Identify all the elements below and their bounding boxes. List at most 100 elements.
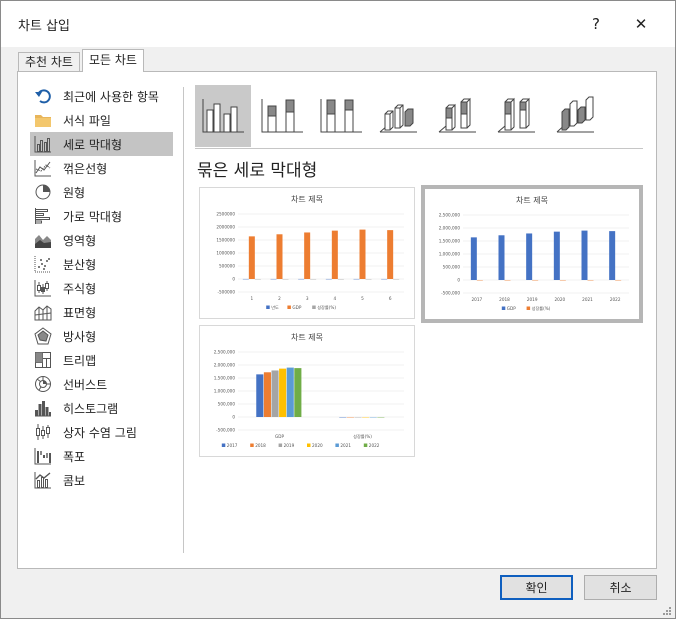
tab-label: 추천 차트 (25, 55, 73, 69)
preview-chart-svg: 차트 제목 2500000 2000000 1500000 1000000 500000 0… (216, 195, 404, 310)
sunburst-icon (35, 376, 51, 392)
sidebar-item-bar-chart[interactable]: 가로 막대형 (30, 204, 173, 228)
ok-button[interactable]: 확인 (500, 575, 573, 600)
treemap-icon (35, 352, 51, 368)
sidebar-item-folder[interactable]: 서식 파일 (30, 108, 173, 132)
sidebar-item-area-chart[interactable]: 영역형 (30, 228, 173, 252)
preview-chart-svg: 차트 제목 2,500,000 2,000,000 1,500,000 1,000,00… (439, 196, 629, 311)
waterfall-icon (34, 448, 51, 465)
close-button[interactable]: ✕ (626, 10, 656, 38)
legend-label: 2022 (369, 443, 380, 448)
y-tick-label: -500,000 (441, 291, 460, 296)
sidebar-item-recent[interactable]: 최근에 사용한 항목 (30, 84, 173, 108)
bar-chart-icon (35, 208, 50, 224)
chart-bar (470, 237, 477, 280)
subtype-100-stacked-column-button[interactable] (313, 85, 369, 147)
x-tick-label: 2020 (554, 297, 565, 302)
preview-title: 차트 제목 (516, 196, 548, 205)
dialog-footer: 확인 취소 (1, 569, 675, 619)
chart-bar (526, 233, 533, 280)
sidebar-item-surface-chart[interactable]: 표면형 (30, 300, 173, 324)
subtype-3d-100-stacked-column-button[interactable] (490, 85, 546, 147)
subtype-stacked-column-button[interactable] (254, 85, 310, 147)
chart-preview-3[interactable]: 차트 제목 2,500,000 2,000,000 1,500,000 1,000,00… (199, 325, 415, 457)
legend-label: 2019 (284, 443, 295, 448)
legend-swatch (501, 306, 506, 310)
legend-label: GDP (292, 305, 301, 310)
sidebar-item-line-chart[interactable]: 꺾은선형 (30, 156, 173, 180)
legend-label: 년도 (271, 304, 279, 310)
chart-bar (256, 374, 264, 417)
subtype-3d-stacked-column-button[interactable] (431, 85, 487, 147)
chart-preview-2[interactable]: 차트 제목 2,500,000 2,000,000 1,500,000 1,000,00… (421, 185, 643, 323)
chart-bar (271, 370, 279, 417)
line-chart-icon (34, 160, 51, 177)
chart-bar (294, 368, 302, 417)
tab-recommended-charts[interactable]: 추천 차트 (18, 52, 80, 72)
y-tick-label: 2,000,000 (214, 363, 236, 368)
y-tick-label: 2000000 (216, 225, 235, 230)
sidebar-item-label: 원형 (63, 185, 86, 200)
sidebar-item-label: 상자 수염 그림 (63, 425, 137, 440)
sidebar-item-radar-chart[interactable]: 방사형 (30, 324, 173, 348)
chart-bar (276, 234, 283, 279)
sidebar-item-label: 영역형 (63, 233, 97, 248)
sidebar-item-label: 서식 파일 (63, 113, 111, 128)
chart-bar (248, 236, 255, 279)
sidebar-item-histogram[interactable]: 히스토그램 (30, 396, 173, 420)
y-tick-label: -500000 (218, 290, 236, 295)
chart-subtype-title: 묶은 세로 막대형 (197, 161, 318, 181)
legend-label: GDP (507, 306, 516, 311)
help-button[interactable]: ? (581, 10, 611, 38)
scatter-chart-icon (34, 256, 51, 273)
100-stacked-column-icon (320, 99, 362, 133)
sidebar-item-waterfall[interactable]: 폭포 (30, 444, 173, 468)
box-whisker-icon (36, 424, 50, 440)
x-tick-label: 2022 (610, 297, 621, 302)
x-tick-label: 3 (306, 296, 309, 301)
legend-label: 2017 (227, 443, 238, 448)
legend-swatch (307, 443, 311, 447)
resize-grip-icon[interactable] (662, 606, 672, 616)
y-tick-label: 2,500,000 (439, 213, 461, 218)
chart-bar (553, 231, 560, 280)
y-tick-label: 1,500,000 (214, 376, 236, 381)
sidebar-item-scatter-chart[interactable]: 분산형 (30, 252, 173, 276)
subtype-3d-clustered-column-button[interactable] (372, 85, 428, 147)
chart-bar (359, 229, 366, 279)
vertical-divider (183, 87, 184, 553)
sidebar-item-label: 주식형 (63, 281, 97, 296)
stacked-column-icon (261, 99, 303, 133)
sidebar-item-box-whisker[interactable]: 상자 수염 그림 (30, 420, 173, 444)
sidebar-item-stock-chart[interactable]: 주식형 (30, 276, 173, 300)
x-tick-label: 2018 (499, 297, 510, 302)
sidebar-item-column-chart[interactable]: 세로 막대형 (30, 132, 173, 156)
tab-all-charts[interactable]: 모든 차트 (82, 49, 144, 72)
sidebar-item-label: 꺾은선형 (63, 161, 108, 176)
chart-bar (498, 235, 505, 280)
legend-label: 2020 (312, 443, 323, 448)
x-tick-label: 2021 (582, 297, 593, 302)
histogram-icon (35, 401, 51, 417)
subtype-3d-column-button[interactable] (549, 85, 605, 147)
sidebar-item-sunburst[interactable]: 선버스트 (30, 372, 173, 396)
tab-label: 모든 차트 (89, 53, 137, 67)
sidebar-item-combo-chart[interactable]: 콤보 (30, 468, 173, 492)
sidebar-item-label: 표면형 (63, 305, 97, 320)
horizontal-divider (195, 148, 643, 149)
y-tick-label: 2,000,000 (439, 226, 461, 231)
subtype-clustered-column-button[interactable] (195, 85, 251, 147)
chart-preview-1[interactable]: 차트 제목 2500000 2000000 1500000 1000000 500000 0… (199, 187, 415, 319)
stock-chart-icon (34, 280, 51, 297)
sidebar-item-treemap[interactable]: 트리맵 (30, 348, 173, 372)
chart-bar (279, 368, 287, 417)
folder-icon (35, 115, 51, 127)
legend-swatch (335, 443, 339, 447)
legend-swatch (221, 443, 226, 447)
sidebar-item-pie-chart[interactable]: 원형 (30, 180, 173, 204)
x-tick-label: 5 (361, 296, 364, 301)
cancel-button[interactable]: 취소 (584, 575, 657, 600)
x-tick-label: GDP (275, 434, 284, 439)
chart-bar (263, 372, 271, 417)
recent-icon (35, 89, 51, 104)
